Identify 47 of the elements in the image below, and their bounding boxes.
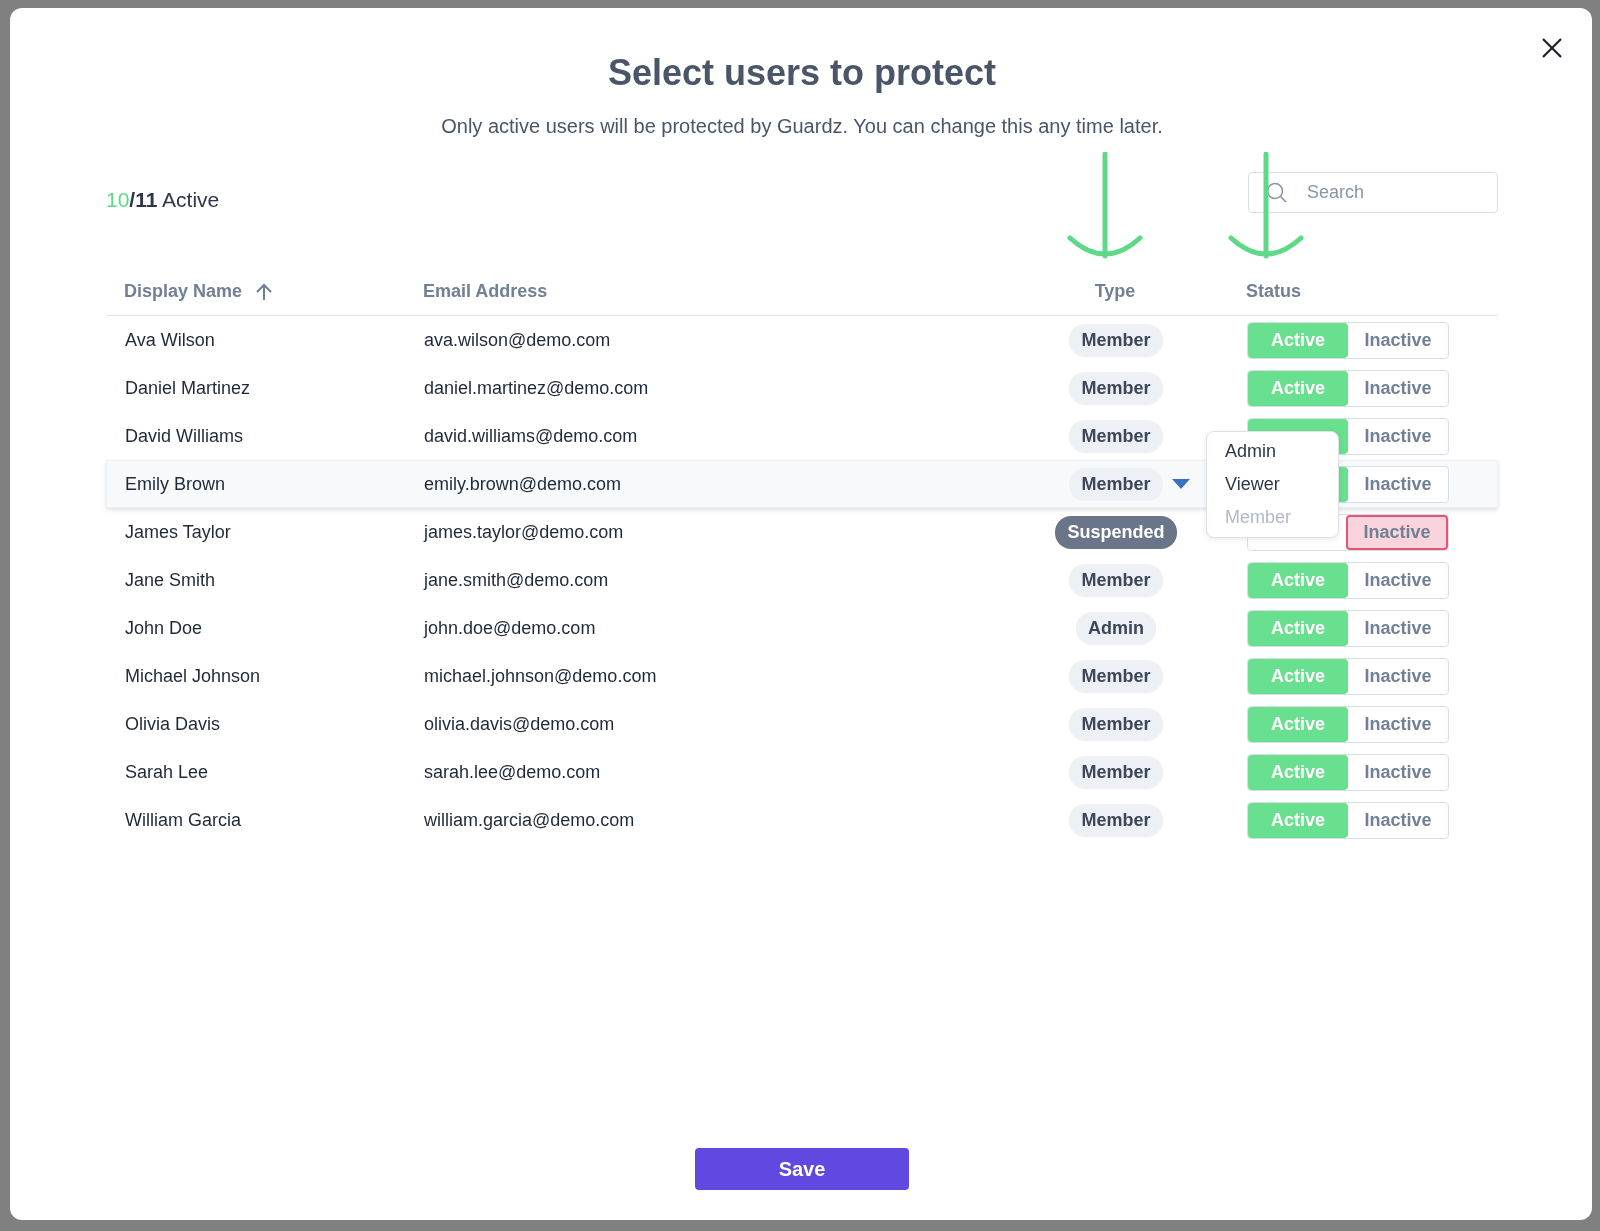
search-field[interactable]: Search [1248,172,1498,213]
name-cell-text: Jane Smith [125,569,217,591]
email-cell-text: olivia.davis@demo.com [424,713,616,735]
email-cell-text: sarah.lee@demo.com [424,761,602,783]
name-cell-text: Daniel Martinez [125,377,252,399]
dialog-subtitle: Only active users will be protected by Guardz. You can change this any time later. [440,114,1164,139]
column-header[interactable]: Display Name [124,281,273,302]
dialog-title: Select users to protect [606,51,998,95]
email-cell-text: jane.smith@demo.com [424,569,610,591]
column-header[interactable]: Email Address [423,281,548,302]
name-cell-text: Olivia Davis [125,713,222,735]
email-cell-text: william.garcia@demo.com [424,809,636,831]
menu-item[interactable]: Admin [1207,434,1338,468]
email-cell-text: james.taylor@demo.com [424,521,625,543]
name-cell-text: John Doe [125,617,204,639]
email-cell-text: emily.brown@demo.com [424,473,622,495]
email-cell-text: john.doe@demo.com [424,617,597,639]
email-cell-text: daniel.martinez@demo.com [424,377,650,399]
sort-ascending-icon [256,282,273,301]
column-header[interactable]: Type [1094,281,1136,302]
role-badge: Member [1069,419,1163,453]
role-badge: Member [1069,563,1163,597]
save-button[interactable]: Save [695,1148,909,1190]
name-cell-text: Emily Brown [125,473,227,495]
name-cell-text: David Williams [125,425,244,447]
column-header[interactable]: Status [1246,281,1301,302]
email-cell-text: michael.johnson@demo.com [424,665,658,687]
suspended-badge: Suspended [1055,515,1177,549]
name-cell-text: Ava Wilson [125,329,216,351]
name-cell-text: James Taylor [125,521,232,543]
role-badge: Member [1069,803,1163,837]
name-cell-text: William Garcia [125,809,242,831]
search-icon [1266,182,1288,204]
active-counter: 10/11 Active [106,187,220,212]
role-badge: Member [1069,755,1163,789]
role-badge: Member [1069,323,1163,357]
name-cell-text: Sarah Lee [125,761,210,783]
role-badge: Member [1069,707,1163,741]
role-badge: Member [1069,467,1163,501]
caret-icon[interactable] [1172,479,1190,489]
name-cell-text: Michael Johnson [125,665,262,687]
email-cell-text: david.williams@demo.com [424,425,639,447]
email-cell-text: ava.wilson@demo.com [424,329,612,351]
role-badge: Admin [1076,611,1156,645]
menu-item[interactable]: Viewer [1207,467,1338,501]
role-badge: Member [1069,371,1163,405]
role-badge: Member [1069,659,1163,693]
